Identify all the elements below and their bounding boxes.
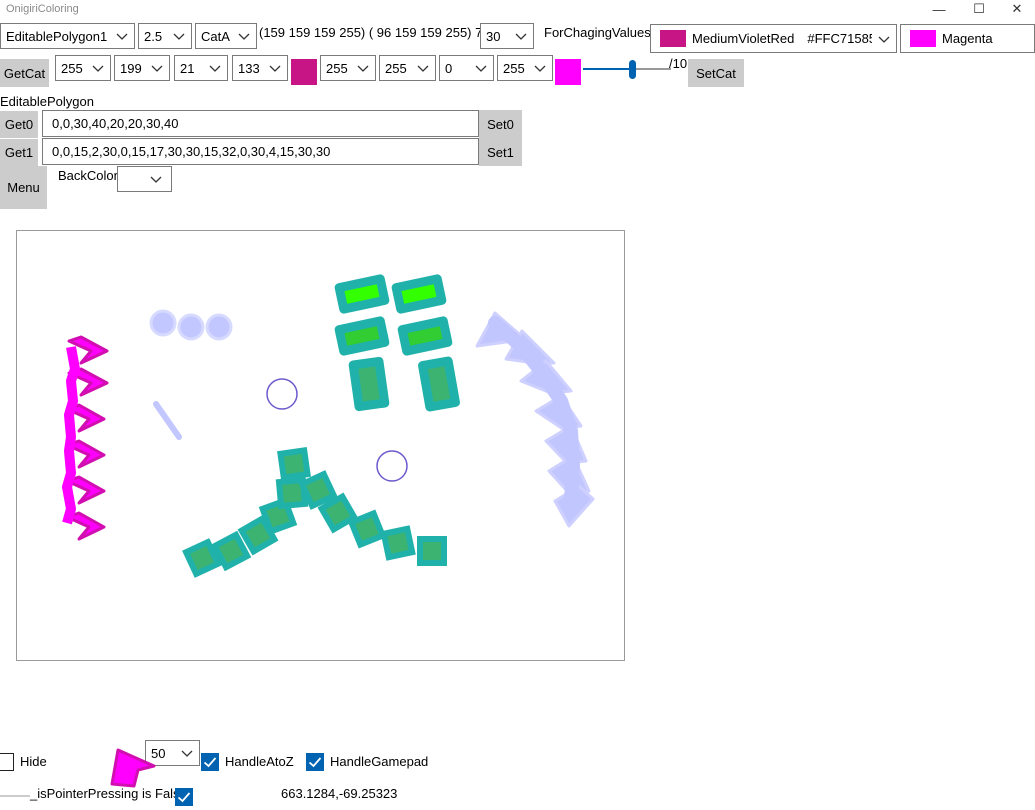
chevron-down-icon (238, 33, 250, 40)
color1-r-value: 199 (120, 60, 142, 76)
color2-preview-swatch (555, 59, 581, 85)
color-info-text: (159 159 159 255) ( 96 159 159 255) 7 (259, 25, 483, 40)
teal-square-chain (182, 447, 447, 578)
color2-r-select[interactable]: 255 (379, 55, 436, 81)
color1-b-value: 133 (238, 60, 260, 76)
color-select[interactable]: MediumVioletRed #FFC71585 (650, 24, 897, 53)
color1-a-select[interactable]: 255 (55, 55, 111, 81)
thickness-select[interactable]: 2.5 (138, 23, 192, 49)
handle-atoz-checkbox[interactable] (201, 753, 219, 771)
chevron-down-icon (515, 33, 527, 40)
get-cat-button[interactable]: GetCat (0, 59, 49, 87)
backcolor-select[interactable] (117, 166, 172, 192)
close-button[interactable]: ✕ (994, 0, 1035, 18)
set0-button[interactable]: Set0 (479, 110, 522, 138)
slider-max-label: /10 (669, 56, 688, 71)
chevron-down-icon (173, 33, 185, 40)
color1-g-value: 21 (180, 60, 195, 76)
hide-label: Hide (20, 754, 47, 769)
color2-g-value: 0 (445, 60, 453, 76)
coords-readout: 663.1284,-69.25323 (281, 786, 398, 801)
chevron-down-icon (357, 65, 369, 72)
cat-select-value: CatA (201, 28, 230, 44)
get1-button[interactable]: Get1 (0, 139, 38, 166)
handle-atoz-label: HandleAtoZ (225, 754, 294, 769)
menu-button[interactable]: Menu (0, 166, 47, 209)
chevron-down-icon (92, 65, 104, 72)
set-cat-button[interactable]: SetCat (688, 59, 744, 87)
canvas-shapes (62, 274, 595, 578)
color2-b-value: 255 (503, 60, 525, 76)
value-slider[interactable] (583, 60, 671, 80)
ring-circle (266, 378, 298, 410)
chevron-down-icon (269, 65, 281, 72)
window-title: OnigiriColoring (6, 3, 79, 15)
chevron-down-icon (534, 65, 546, 72)
checkmark-icon (203, 757, 217, 768)
cat-select[interactable]: CatA (195, 23, 257, 49)
color1-r-select[interactable]: 199 (114, 55, 170, 81)
thickness-select-value: 2.5 (144, 28, 163, 44)
chevron-down-icon (151, 65, 163, 72)
pointer-checkbox[interactable] (175, 788, 193, 806)
handle-gamepad-label: HandleGamepad (330, 754, 429, 769)
color-select-hex: #FFC71585 (807, 31, 873, 46)
magenta-arrow-chain (62, 335, 109, 541)
backcolor-label: BackColor (58, 168, 118, 183)
chevron-down-icon (150, 176, 162, 183)
size-select-value: 30 (486, 28, 501, 44)
color-swatch (660, 30, 686, 47)
lavender-arrow-chain (475, 311, 595, 528)
color2-g-select[interactable]: 0 (439, 55, 494, 81)
size-select[interactable]: 30 (480, 23, 534, 49)
color2-b-select[interactable]: 255 (497, 55, 553, 81)
polygon-select[interactable]: EditablePolygon1 (0, 23, 135, 49)
polygon-select-value: EditablePolygon1 (6, 28, 108, 44)
teal-rect-group (334, 274, 460, 412)
color1-g-select[interactable]: 21 (174, 55, 228, 81)
get1-input[interactable]: 0,0,15,2,30,0,15,17,30,30,15,32,0,30,4,1… (42, 138, 479, 165)
separator-line (0, 795, 30, 797)
lavender-circles (149, 309, 233, 341)
chevron-down-icon (417, 65, 429, 72)
chevron-down-icon (475, 65, 487, 72)
color1-preview-swatch (291, 59, 317, 85)
color1-a-value: 255 (61, 60, 83, 76)
pointer-cursor-arrow-icon (110, 748, 156, 788)
checkmark-icon (308, 757, 322, 768)
set1-button[interactable]: Set1 (479, 138, 522, 166)
for-changing-values-label: ForChagingValues (544, 25, 651, 40)
color2-r-value: 255 (385, 60, 407, 76)
chevron-down-icon (878, 36, 890, 43)
polygon-name-label: EditablePolygon (0, 94, 94, 109)
drawing-canvas[interactable] (16, 230, 625, 661)
get0-button[interactable]: Get0 (0, 111, 38, 138)
color-select-2[interactable]: Magenta (900, 24, 1035, 53)
get0-input[interactable]: 0,0,30,40,20,20,30,40 (42, 110, 479, 137)
hide-checkbox[interactable] (0, 753, 14, 771)
slider-fill (583, 68, 629, 70)
chevron-down-icon (209, 65, 221, 72)
ring-circle (376, 450, 408, 482)
handle-gamepad-checkbox[interactable] (306, 753, 324, 771)
chevron-down-icon (181, 750, 193, 757)
color1-b-select[interactable]: 133 (232, 55, 288, 81)
chevron-down-icon (116, 33, 128, 40)
checkmark-icon (177, 792, 191, 803)
color-select-2-name: Magenta (942, 31, 993, 46)
color-swatch (910, 30, 936, 47)
color2-a-value: 255 (326, 60, 348, 76)
color2-a-select[interactable]: 255 (320, 55, 376, 81)
lavender-stroke (153, 401, 182, 440)
slider-thumb[interactable] (629, 60, 636, 79)
color-select-name: MediumVioletRed (692, 31, 795, 46)
